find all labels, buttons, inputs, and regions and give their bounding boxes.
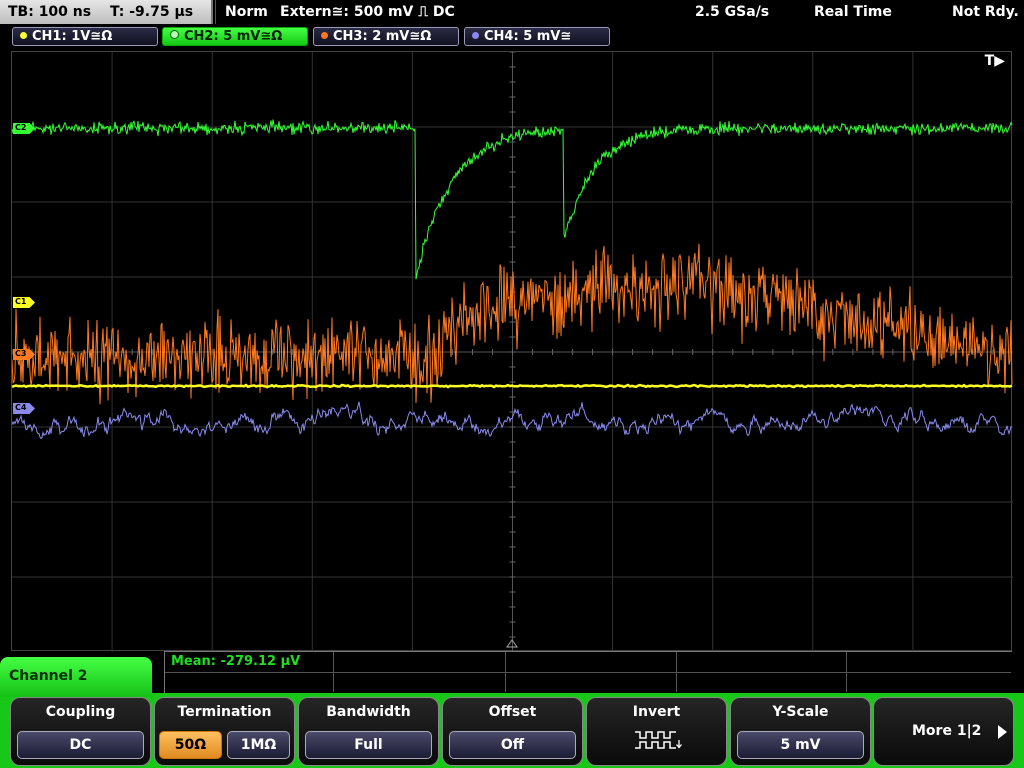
measurement-divider — [846, 652, 847, 692]
timebase-readout: TB: 100 ns — [8, 4, 92, 20]
trigger-time-readout: T: -9.75 µs — [109, 4, 194, 20]
offset-value[interactable]: Off — [449, 731, 576, 759]
tab-ch4[interactable]: CH4: 5 mV≅ — [464, 27, 610, 46]
more-label: More 1|2 — [912, 723, 982, 739]
offset-title: Offset — [488, 704, 537, 720]
bandwidth-softkey[interactable]: Bandwidth Full — [298, 697, 439, 766]
termination-1mohm-button[interactable]: 1MΩ — [227, 731, 290, 759]
yscale-title: Y-Scale — [772, 704, 829, 720]
menu-channel-label: Channel 2 — [0, 657, 152, 697]
tab-ch1[interactable]: CH1: 1V≅Ω — [12, 27, 158, 46]
measurement-panel: Mean: -279.12 µV — [164, 651, 1012, 693]
invert-waveform-icon — [635, 731, 682, 749]
yscale-softkey[interactable]: Y-Scale 5 mV — [730, 697, 871, 766]
tab-ch3-label: CH3: 2 mV≅Ω — [333, 29, 432, 44]
yscale-value[interactable]: 5 mV — [737, 731, 864, 759]
invert-title: Invert — [632, 704, 681, 720]
acquisition-state: Not Rdy. — [952, 4, 1019, 20]
measurement-divider — [505, 652, 506, 692]
trigger-settings-box[interactable]: Norm Extern≅: 500 mV ⎍ DC 2.5 GSa/s — [215, 0, 808, 24]
invert-softkey[interactable]: Invert — [586, 697, 727, 766]
offset-softkey[interactable]: Offset Off — [442, 697, 583, 766]
trigger-source: Extern≅: 500 mV ⎍ DC — [280, 4, 455, 20]
sample-rate: 2.5 GSa/s — [695, 4, 770, 20]
tab-ch2[interactable]: CH2: 5 mV≅Ω — [162, 27, 308, 46]
measurement-divider — [676, 652, 677, 692]
ch2-dot-icon — [170, 30, 179, 39]
bandwidth-title: Bandwidth — [326, 704, 411, 720]
termination-softkey[interactable]: Termination 50Ω 1MΩ — [154, 697, 295, 766]
acquisition-mode[interactable]: Real Time — [814, 0, 892, 24]
tab-ch1-label: CH1: 1V≅Ω — [32, 29, 113, 44]
coupling-value[interactable]: DC — [17, 731, 144, 759]
tab-ch2-label: CH2: 5 mV≅Ω — [184, 29, 283, 44]
waveform-display[interactable]: T▶ C2 C1 C3 C4 — [11, 51, 1013, 652]
termination-title: Termination — [177, 704, 272, 720]
ch1-waveform — [12, 383, 1013, 389]
mean-measurement: Mean: -279.12 µV — [171, 654, 301, 669]
measurement-divider — [333, 652, 334, 692]
trigger-level-label: T▶ — [984, 53, 1005, 69]
bandwidth-value[interactable]: Full — [305, 731, 432, 759]
ch3-dot-icon — [321, 32, 328, 39]
more-softkey[interactable]: More 1|2 — [873, 697, 1014, 766]
trigger-mode: Norm — [225, 4, 268, 20]
timebase-box[interactable]: TB: 100 ns T: -9.75 µs — [0, 0, 213, 24]
status-bar: TB: 100 ns T: -9.75 µs Norm Extern≅: 500… — [0, 0, 1024, 26]
termination-50ohm-button[interactable]: 50Ω — [159, 731, 222, 759]
channel-tab-row: CH1: 1V≅Ω CH2: 5 mV≅Ω CH3: 2 mV≅Ω CH4: 5… — [0, 27, 1024, 47]
waveform-canvas — [12, 52, 1013, 652]
measurement-row-empty — [165, 672, 1011, 692]
coupling-title: Coupling — [45, 704, 116, 720]
coupling-softkey[interactable]: Coupling DC — [10, 697, 151, 766]
more-arrow-icon — [998, 725, 1007, 739]
ch1-dot-icon — [20, 32, 27, 39]
tab-ch4-label: CH4: 5 mV≅ — [484, 29, 572, 44]
tab-ch3[interactable]: CH3: 2 mV≅Ω — [313, 27, 459, 46]
ch4-dot-icon — [472, 32, 479, 39]
